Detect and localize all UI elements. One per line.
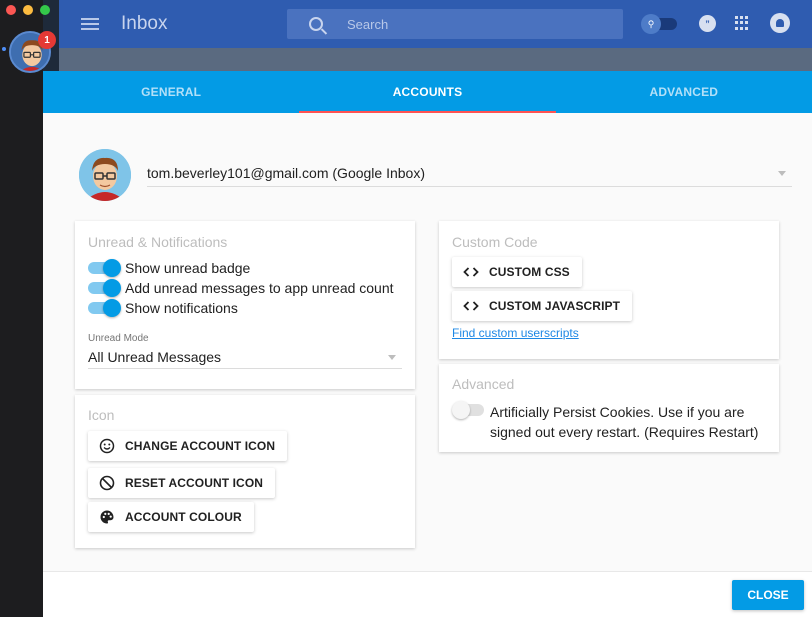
find-userscripts-link[interactable]: Find custom userscripts: [452, 326, 579, 340]
code-icon: [463, 298, 479, 314]
tab-general[interactable]: GENERAL: [43, 71, 299, 113]
toggle-show-unread-badge[interactable]: Show unread badge: [88, 259, 251, 277]
tab-accounts[interactable]: ACCOUNTS: [299, 71, 556, 113]
reset-account-icon-button[interactable]: RESET ACCOUNT ICON: [88, 468, 276, 498]
menu-icon[interactable]: [81, 15, 99, 33]
advanced-card: Advanced Artificially Persist Cookies. U…: [439, 364, 779, 452]
change-account-icon-button[interactable]: CHANGE ACCOUNT ICON: [88, 431, 288, 461]
card-title: Custom Code: [452, 234, 538, 250]
toggle-persist-cookies[interactable]: [452, 401, 484, 419]
inbox-appbar: Inbox Search ⚲ ”: [59, 0, 812, 48]
minimize-window-icon[interactable]: [23, 5, 33, 15]
code-icon: [463, 264, 479, 280]
toggle-show-notifications[interactable]: Show notifications: [88, 299, 238, 317]
chevron-down-icon: [388, 355, 396, 360]
notifications-icon[interactable]: [770, 13, 790, 33]
button-label: CHANGE ACCOUNT ICON: [125, 439, 276, 453]
custom-javascript-button[interactable]: CUSTOM JAVASCRIPT: [452, 291, 633, 321]
block-icon: [99, 475, 115, 491]
settings-dialog: GENERAL ACCOUNTS ADVANCED tom.beverley10…: [43, 71, 812, 617]
unread-mode-value: All Unread Messages: [88, 348, 222, 365]
toggle-label: Show unread badge: [125, 260, 251, 276]
card-title: Unread & Notifications: [88, 234, 228, 250]
card-title: Advanced: [452, 376, 515, 392]
account-select[interactable]: tom.beverley101@gmail.com (Google Inbox): [147, 159, 792, 187]
unread-notifications-card: Unread & Notifications Show unread badge…: [75, 221, 415, 389]
unread-count-badge: 1: [38, 31, 56, 49]
account-colour-button[interactable]: ACCOUNT COLOUR: [88, 502, 254, 532]
button-label: RESET ACCOUNT ICON: [125, 476, 264, 490]
custom-css-button[interactable]: CUSTOM CSS: [452, 257, 582, 287]
app-sidebar: [0, 0, 50, 617]
window-controls: [6, 5, 50, 15]
button-label: CUSTOM CSS: [489, 265, 570, 279]
maximize-window-icon[interactable]: [40, 5, 50, 15]
apps-grid-icon[interactable]: [735, 16, 749, 30]
hangouts-icon[interactable]: ”: [699, 15, 716, 32]
chevron-down-icon: [778, 171, 786, 176]
card-title: Icon: [88, 407, 115, 423]
palette-icon: [99, 509, 115, 525]
persist-cookies-label: Artificially Persist Cookies. Use if you…: [490, 404, 759, 440]
tab-advanced[interactable]: ADVANCED: [556, 71, 812, 113]
button-label: ACCOUNT COLOUR: [125, 510, 242, 524]
smiley-icon: [99, 438, 115, 454]
custom-code-card: Custom Code CUSTOM CSS CUSTOM JAVASCRIPT…: [439, 221, 779, 359]
dialog-footer: CLOSE: [43, 571, 812, 617]
search-placeholder: Search: [347, 16, 389, 32]
toggle-app-unread-count[interactable]: Add unread messages to app unread count: [88, 279, 394, 297]
toggle-label: Show notifications: [125, 300, 238, 316]
close-window-icon[interactable]: [6, 5, 16, 15]
pin-toggle[interactable]: ⚲: [641, 14, 677, 34]
unread-mode-label: Unread Mode: [88, 333, 149, 344]
account-email: tom.beverley101@gmail.com (Google Inbox): [147, 164, 426, 181]
search-icon: [309, 17, 323, 31]
settings-tabs: GENERAL ACCOUNTS ADVANCED: [43, 71, 812, 113]
search-bar[interactable]: Search: [287, 9, 623, 39]
active-account-indicator: [2, 47, 6, 51]
account-avatar: [79, 149, 131, 201]
avatar-face-icon: [79, 149, 131, 201]
close-button[interactable]: CLOSE: [732, 580, 804, 610]
unread-mode-select[interactable]: All Unread Messages: [88, 345, 402, 369]
button-label: CUSTOM JAVASCRIPT: [489, 299, 621, 313]
pin-icon: ⚲: [641, 14, 661, 34]
icon-card: Icon CHANGE ACCOUNT ICON RESET ACCOUNT I…: [75, 395, 415, 548]
toggle-label: Add unread messages to app unread count: [125, 280, 394, 296]
app-title: Inbox: [121, 13, 168, 34]
